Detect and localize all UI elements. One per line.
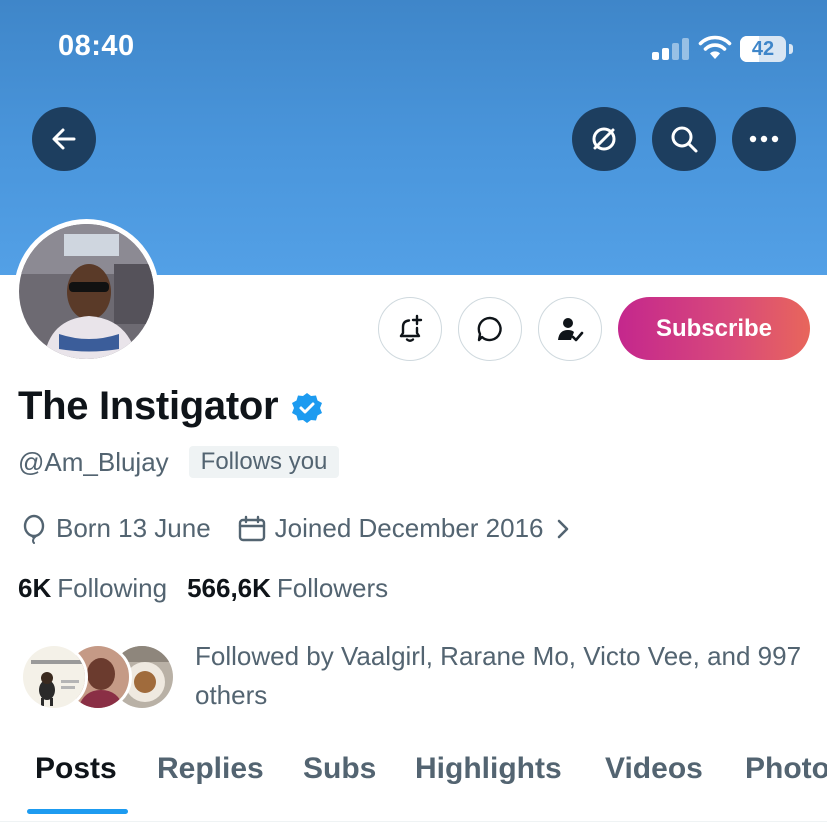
chevron-right-icon [557,519,568,538]
battery-level-text: 42 [751,38,775,60]
search-button[interactable] [652,107,716,171]
avatar-photo [19,224,154,359]
handle-row: @Am_Blujay Follows you [18,446,340,478]
person-check-icon [558,318,584,342]
profile-handle: @Am_Blujay [18,446,169,477]
message-button[interactable] [458,297,522,361]
search-icon [671,126,698,153]
birthday-text: Born 13 June [56,513,211,543]
tab-photos[interactable]: Photos [745,752,827,786]
grok-button[interactable] [572,107,636,171]
back-button[interactable] [32,107,96,171]
tab-subs[interactable]: Subs [303,752,376,786]
mutual-followers-avatars[interactable] [20,643,180,713]
following-count: 6K [18,573,52,603]
tab-videos[interactable]: Videos [605,752,703,786]
tab-posts[interactable]: Posts [35,752,117,786]
calendar-icon [238,515,265,541]
display-name: The Instigator [18,384,279,428]
more-dots-icon [749,135,779,143]
tab-replies[interactable]: Replies [157,752,264,786]
follow-counts: 6K Following 566,6K Followers [18,573,388,604]
avatar [20,643,88,711]
subscribe-button[interactable]: Subscribe [618,297,810,360]
arrow-left-icon [52,128,76,150]
followed-by-text[interactable]: Followed by Vaalgirl, Rarane Mo, Victo V… [195,637,815,715]
profile-meta: Born 13 June Joined December 2016 [20,513,570,544]
joined-item[interactable]: Joined December 2016 [237,513,570,544]
verified-badge-icon[interactable] [290,391,324,425]
notify-button[interactable] [378,297,442,361]
profile-name-row: The Instigator [18,384,324,429]
birthday-item: Born 13 June [20,513,211,544]
followers-count: 566,6K [187,573,271,603]
joined-text: Joined December 2016 [274,513,544,543]
more-button[interactable] [732,107,796,171]
profile-avatar[interactable] [14,219,159,364]
followers-link[interactable]: 566,6K Followers [187,573,388,604]
balloon-icon [23,514,45,544]
battery-indicator: 42 [740,36,786,62]
following-label: Following [57,573,168,603]
status-time: 08:40 [58,30,135,62]
message-bubble-icon [477,316,502,342]
followers-label: Followers [276,573,389,603]
wifi-icon [698,35,732,59]
follow-button[interactable] [538,297,602,361]
cellular-signal-icon [652,36,690,60]
slashed-circle-icon [592,127,616,151]
following-link[interactable]: 6K Following [18,573,167,604]
battery-tip [789,44,793,54]
tab-highlights[interactable]: Highlights [415,752,562,786]
bell-plus-icon [399,314,423,342]
follows-you-badge: Follows you [188,446,340,478]
active-tab-indicator [27,809,128,814]
